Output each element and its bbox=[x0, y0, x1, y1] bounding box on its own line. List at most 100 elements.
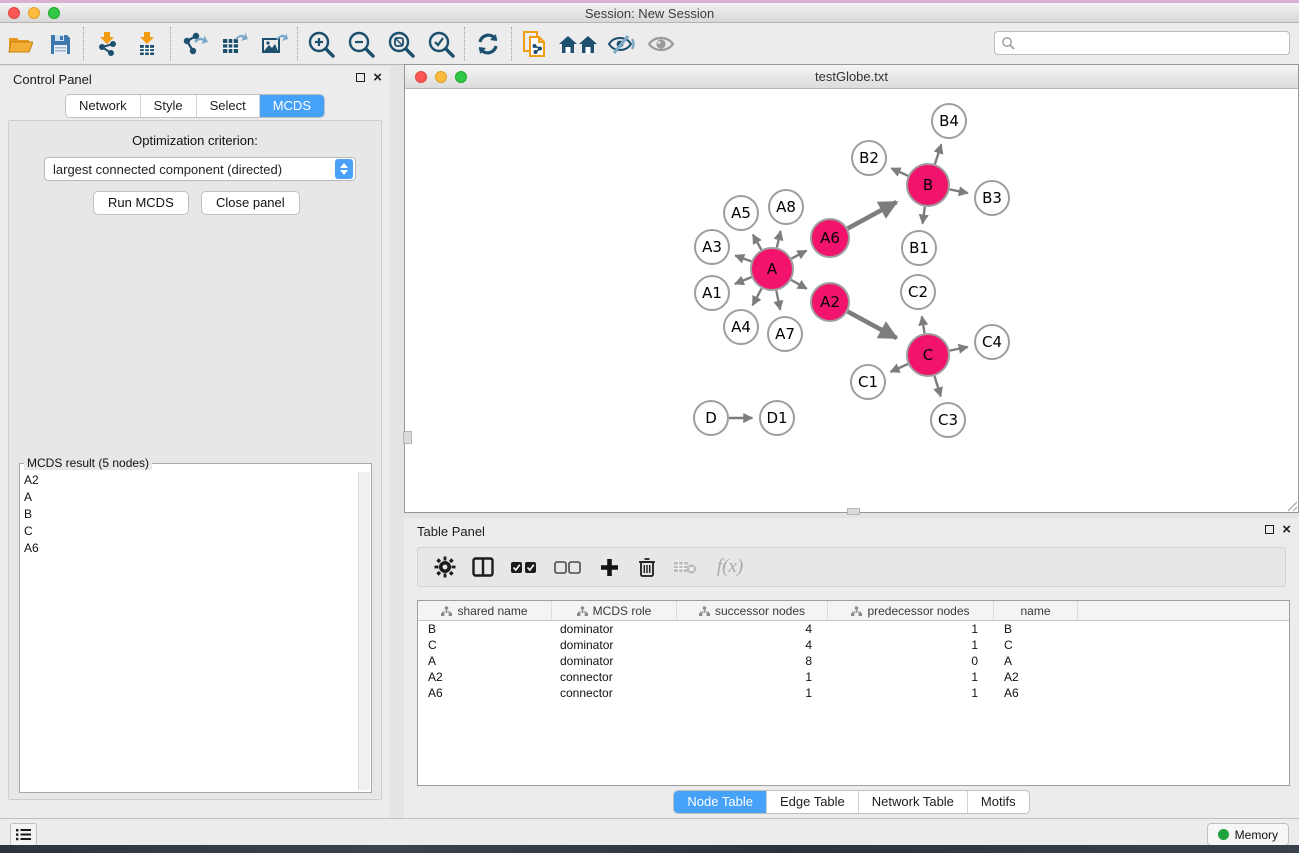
table-cell[interactable]: C bbox=[418, 638, 552, 652]
edge-C-C1[interactable] bbox=[891, 364, 908, 372]
splitter-handle[interactable] bbox=[403, 431, 412, 444]
table-cell[interactable]: 4 bbox=[677, 638, 828, 652]
import-table-button[interactable] bbox=[127, 26, 167, 62]
table-cell[interactable]: 1 bbox=[828, 622, 994, 636]
table-cell[interactable]: A2 bbox=[418, 670, 552, 684]
edge-A-A1[interactable] bbox=[735, 277, 752, 284]
table-cell[interactable]: 1 bbox=[828, 686, 994, 700]
node-A3[interactable]: A3 bbox=[695, 230, 729, 264]
export-network-button[interactable] bbox=[174, 26, 214, 62]
node-D[interactable]: D bbox=[694, 401, 728, 435]
node-B4[interactable]: B4 bbox=[932, 104, 966, 138]
table-cell[interactable]: dominator bbox=[552, 638, 677, 652]
tab-style[interactable]: Style bbox=[140, 95, 196, 117]
result-item[interactable]: A6 bbox=[22, 540, 357, 557]
import-network-button[interactable] bbox=[87, 26, 127, 62]
tab-network-table[interactable]: Network Table bbox=[858, 791, 967, 813]
edge-A-A7[interactable] bbox=[776, 291, 780, 310]
zoom-out-button[interactable] bbox=[341, 26, 381, 62]
column-header-successor-nodes[interactable]: successor nodes bbox=[677, 601, 828, 620]
result-item[interactable]: A2 bbox=[22, 472, 357, 489]
result-scrollbar[interactable] bbox=[358, 472, 370, 790]
export-image-button[interactable] bbox=[254, 26, 294, 62]
node-A6[interactable]: A6 bbox=[811, 219, 849, 257]
float-panel-icon[interactable] bbox=[356, 73, 365, 82]
function-builder-button[interactable]: f(x) bbox=[710, 553, 750, 581]
edge-A2-C[interactable] bbox=[848, 312, 897, 338]
node-A4[interactable]: A4 bbox=[724, 310, 758, 344]
add-column-button[interactable] bbox=[596, 553, 622, 581]
column-header-mcds-role[interactable]: MCDS role bbox=[552, 601, 677, 620]
node-B3[interactable]: B3 bbox=[975, 181, 1009, 215]
table-cell[interactable]: dominator bbox=[552, 622, 677, 636]
table-row[interactable]: A6connector11A6 bbox=[418, 685, 1289, 701]
node-C[interactable]: C bbox=[907, 334, 949, 376]
tab-node-table[interactable]: Node Table bbox=[674, 791, 766, 813]
node-C1[interactable]: C1 bbox=[851, 365, 885, 399]
table-cell[interactable]: B bbox=[994, 622, 1078, 636]
result-item[interactable]: A bbox=[22, 489, 357, 506]
float-panel-icon[interactable] bbox=[1265, 525, 1274, 534]
tab-edge-table[interactable]: Edge Table bbox=[766, 791, 858, 813]
node-C3[interactable]: C3 bbox=[931, 403, 965, 437]
node-A5[interactable]: A5 bbox=[724, 196, 758, 230]
node-C2[interactable]: C2 bbox=[901, 275, 935, 309]
table-cell[interactable]: A6 bbox=[994, 686, 1078, 700]
delete-column-button[interactable] bbox=[634, 553, 660, 581]
edge-A-A2[interactable] bbox=[791, 280, 807, 289]
network-canvas[interactable]: AA1A2A3A4A5A6A7A8BB1B2B3B4CC1C2C3C4DD1 bbox=[405, 89, 1298, 512]
table-cell[interactable]: C bbox=[994, 638, 1078, 652]
search-input[interactable] bbox=[1015, 33, 1289, 53]
tab-select[interactable]: Select bbox=[196, 95, 259, 117]
node-A[interactable]: A bbox=[751, 248, 793, 290]
node-A7[interactable]: A7 bbox=[768, 317, 802, 351]
table-cell[interactable]: A6 bbox=[418, 686, 552, 700]
select-all-button[interactable] bbox=[508, 553, 540, 581]
column-header-name[interactable]: name bbox=[994, 601, 1078, 620]
table-cell[interactable]: connector bbox=[552, 686, 677, 700]
table-cell[interactable]: 0 bbox=[828, 654, 994, 668]
table-cell[interactable]: 1 bbox=[828, 670, 994, 684]
table-settings-button[interactable] bbox=[432, 553, 458, 581]
edge-B-B2[interactable] bbox=[891, 168, 908, 176]
network-graph[interactable]: AA1A2A3A4A5A6A7A8BB1B2B3B4CC1C2C3C4DD1 bbox=[405, 89, 1298, 512]
task-history-button[interactable] bbox=[10, 823, 37, 846]
search-field[interactable] bbox=[994, 31, 1290, 55]
show-column-button[interactable] bbox=[470, 553, 496, 581]
table-cell[interactable]: A bbox=[994, 654, 1078, 668]
table-cell[interactable]: connector bbox=[552, 670, 677, 684]
table-cell[interactable]: 8 bbox=[677, 654, 828, 668]
column-header-predecessor-nodes[interactable]: predecessor nodes bbox=[828, 601, 994, 620]
show-graphics-button[interactable] bbox=[641, 26, 681, 62]
hide-graphics-button[interactable] bbox=[601, 26, 641, 62]
edge-B-B3[interactable] bbox=[950, 189, 968, 193]
edge-A6-B[interactable] bbox=[848, 202, 897, 228]
export-table-button[interactable] bbox=[214, 26, 254, 62]
tab-motifs[interactable]: Motifs bbox=[967, 791, 1029, 813]
edge-C-C3[interactable] bbox=[934, 376, 940, 396]
node-B2[interactable]: B2 bbox=[852, 141, 886, 175]
edge-B-B4[interactable] bbox=[935, 144, 941, 164]
node-B[interactable]: B bbox=[907, 164, 949, 206]
clone-network-button[interactable] bbox=[515, 26, 555, 62]
edge-B-B1[interactable] bbox=[922, 207, 924, 224]
edge-A-A3[interactable] bbox=[735, 255, 751, 261]
node-A1[interactable]: A1 bbox=[695, 276, 729, 310]
save-session-button[interactable] bbox=[40, 26, 80, 62]
table-cell[interactable]: A2 bbox=[994, 670, 1078, 684]
table-row[interactable]: Bdominator41B bbox=[418, 621, 1289, 637]
edge-C-C4[interactable] bbox=[950, 347, 968, 351]
table-row[interactable]: Adominator80A bbox=[418, 653, 1289, 669]
node-A8[interactable]: A8 bbox=[769, 190, 803, 224]
table-row[interactable]: Cdominator41C bbox=[418, 637, 1289, 653]
tab-network[interactable]: Network bbox=[66, 95, 140, 117]
close-panel-icon[interactable]: × bbox=[373, 72, 382, 83]
deselect-all-button[interactable] bbox=[552, 553, 584, 581]
run-mcds-button[interactable]: Run MCDS bbox=[93, 191, 189, 215]
table-cell[interactable]: dominator bbox=[552, 654, 677, 668]
table-cell[interactable]: 4 bbox=[677, 622, 828, 636]
zoom-fit-button[interactable] bbox=[381, 26, 421, 62]
splitter-handle[interactable] bbox=[847, 508, 860, 515]
node-A2[interactable]: A2 bbox=[811, 283, 849, 321]
zoom-selected-button[interactable] bbox=[421, 26, 461, 62]
